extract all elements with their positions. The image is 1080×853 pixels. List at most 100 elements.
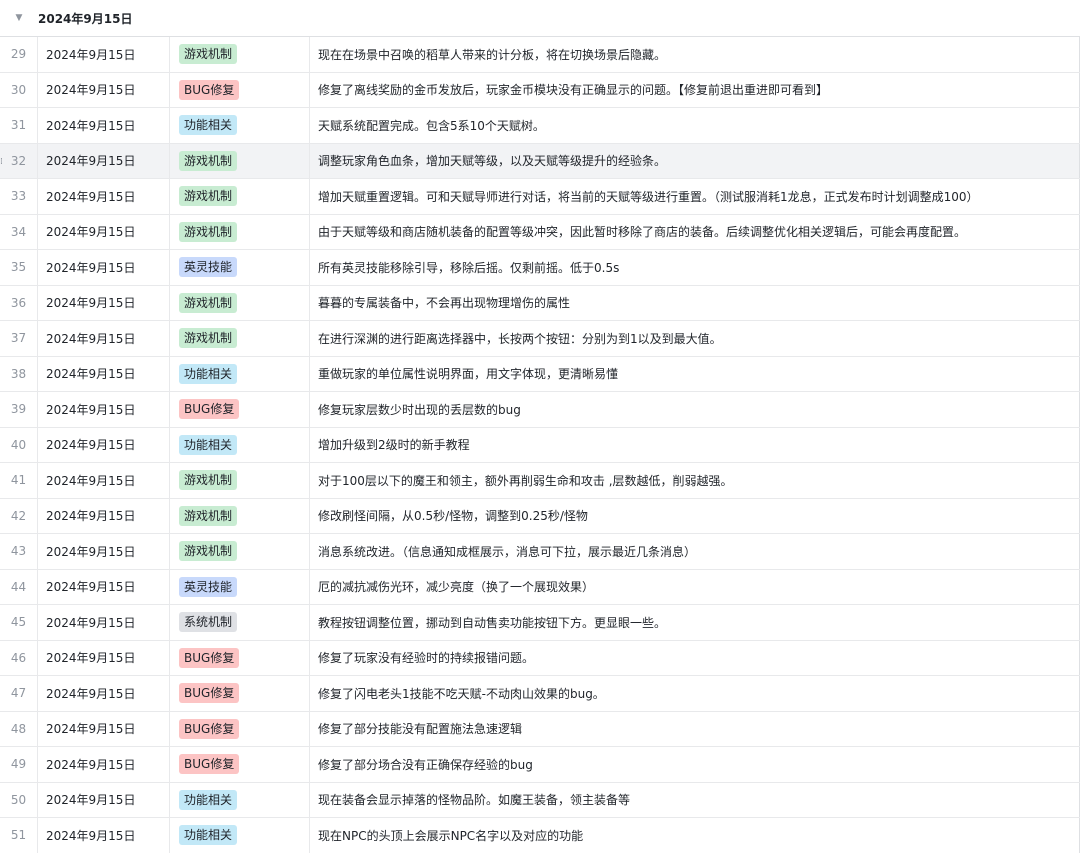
date-cell[interactable]: 2024年9月15日 xyxy=(38,37,170,72)
table-row[interactable]: 39 2024年9月15日 BUG修复 修复玩家层数少时出现的丢层数的bug xyxy=(0,392,1080,428)
table-row[interactable]: 51 2024年9月15日 功能相关 现在NPC的头顶上会展示NPC名字以及对应的功能 xyxy=(0,818,1080,853)
category-cell[interactable]: 游戏机制 xyxy=(170,285,310,320)
table-row[interactable]: 35 2024年9月15日 英灵技能 所有英灵技能移除引导，移除后摇。仅剩前摇。低于0… xyxy=(0,250,1080,286)
category-cell[interactable]: 游戏机制 xyxy=(170,498,310,533)
table-row[interactable]: 44 2024年9月15日 英灵技能 厄的减抗减伤光环，减少亮度（换了一个展现效果） xyxy=(0,569,1080,605)
description-cell[interactable]: 对于100层以下的魔王和领主，额外再削弱生命和攻击 ,层数越低，削弱越强。 xyxy=(310,463,1080,498)
category-cell[interactable]: 英灵技能 xyxy=(170,250,310,285)
date-cell[interactable]: 2024年9月15日 xyxy=(38,250,170,285)
description-cell[interactable]: 修复了玩家没有经验时的持续报错问题。 xyxy=(310,640,1080,675)
date-cell[interactable]: 2024年9月15日 xyxy=(38,818,170,853)
category-cell[interactable]: 游戏机制 xyxy=(170,143,310,178)
category-cell[interactable]: BUG修复 xyxy=(170,72,310,107)
table-row[interactable]: 41 2024年9月15日 游戏机制 对于100层以下的魔王和领主，额外再削弱生命和攻… xyxy=(0,463,1080,499)
description-cell[interactable]: 教程按钮调整位置，挪动到自动售卖功能按钮下方。更显眼一些。 xyxy=(310,605,1080,640)
description-cell[interactable]: 所有英灵技能移除引导，移除后摇。仅剩前摇。低于0.5s xyxy=(310,250,1080,285)
description-cell[interactable]: 现在装备会显示掉落的怪物品阶。如魔王装备，领主装备等 xyxy=(310,782,1080,817)
date-cell[interactable]: 2024年9月15日 xyxy=(38,72,170,107)
category-tag: 游戏机制 xyxy=(179,186,238,207)
category-cell[interactable]: 功能相关 xyxy=(170,782,310,817)
category-cell[interactable]: 功能相关 xyxy=(170,818,310,853)
table-row[interactable]: 45 2024年9月15日 系统机制 教程按钮调整位置，挪动到自动售卖功能按钮下方。更… xyxy=(0,605,1080,641)
category-cell[interactable]: 游戏机制 xyxy=(170,463,310,498)
category-tag: 游戏机制 xyxy=(179,541,238,562)
description-cell[interactable]: 在进行深渊的进行距离选择器中，长按两个按钮：分别为到1以及到最大值。 xyxy=(310,321,1080,356)
description-cell[interactable]: 修复了闪电老头1技能不吃天赋-不动肉山效果的bug。 xyxy=(310,676,1080,711)
description-cell[interactable]: 增加升级到2级时的新手教程 xyxy=(310,427,1080,462)
date-cell[interactable]: 2024年9月15日 xyxy=(38,179,170,214)
table-row[interactable]: 48 2024年9月15日 BUG修复 修复了部分技能没有配置施法急速逻辑 xyxy=(0,711,1080,747)
category-cell[interactable]: 游戏机制 xyxy=(170,37,310,72)
table-row[interactable]: 36 2024年9月15日 游戏机制 暮暮的专属装备中，不会再出现物理增伤的属性 xyxy=(0,285,1080,321)
category-cell[interactable]: 游戏机制 xyxy=(170,214,310,249)
date-cell[interactable]: 2024年9月15日 xyxy=(38,214,170,249)
category-cell[interactable]: BUG修复 xyxy=(170,711,310,746)
table-row[interactable]: 50 2024年9月15日 功能相关 现在装备会显示掉落的怪物品阶。如魔王装备，领主装… xyxy=(0,782,1080,818)
table-row[interactable]: 37 2024年9月15日 游戏机制 在进行深渊的进行距离选择器中，长按两个按钮：分别… xyxy=(0,321,1080,357)
date-cell[interactable]: 2024年9月15日 xyxy=(38,108,170,143)
description-cell[interactable]: 现在NPC的头顶上会展示NPC名字以及对应的功能 xyxy=(310,818,1080,853)
table-row[interactable]: 33 2024年9月15日 游戏机制 增加天赋重置逻辑。可和天赋导师进行对话，将当前的… xyxy=(0,179,1080,215)
date-cell[interactable]: 2024年9月15日 xyxy=(38,427,170,462)
description-cell[interactable]: 天赋系统配置完成。包含5系10个天赋树。 xyxy=(310,108,1080,143)
date-cell[interactable]: 2024年9月15日 xyxy=(38,498,170,533)
category-tag: 游戏机制 xyxy=(179,470,238,491)
date-cell[interactable]: 2024年9月15日 xyxy=(38,321,170,356)
category-cell[interactable]: 英灵技能 xyxy=(170,569,310,604)
date-cell[interactable]: 2024年9月15日 xyxy=(38,747,170,782)
description-cell[interactable]: 由于天赋等级和商店随机装备的配置等级冲突，因此暂时移除了商店的装备。后续调整优化… xyxy=(310,214,1080,249)
description-cell[interactable]: 修改刷怪间隔，从0.5秒/怪物，调整到0.25秒/怪物 xyxy=(310,498,1080,533)
date-cell[interactable]: 2024年9月15日 xyxy=(38,605,170,640)
category-cell[interactable]: 功能相关 xyxy=(170,356,310,391)
table-row[interactable]: 29 2024年9月15日 游戏机制 现在在场景中召唤的稻草人带来的计分板，将在切换场… xyxy=(0,37,1080,73)
description-cell[interactable]: 修复玩家层数少时出现的丢层数的bug xyxy=(310,392,1080,427)
table-row[interactable]: 47 2024年9月15日 BUG修复 修复了闪电老头1技能不吃天赋-不动肉山效果的b… xyxy=(0,676,1080,712)
date-cell[interactable]: 2024年9月15日 xyxy=(38,285,170,320)
description-cell[interactable]: 厄的减抗减伤光环，减少亮度（换了一个展现效果） xyxy=(310,569,1080,604)
description-cell[interactable]: 暮暮的专属装备中，不会再出现物理增伤的属性 xyxy=(310,285,1080,320)
category-cell[interactable]: 系统机制 xyxy=(170,605,310,640)
category-cell[interactable]: 功能相关 xyxy=(170,108,310,143)
group-header[interactable]: ▼ 2024年9月15日 xyxy=(0,0,1080,37)
category-cell[interactable]: 游戏机制 xyxy=(170,179,310,214)
table-row[interactable]: 31 2024年9月15日 功能相关 天赋系统配置完成。包含5系10个天赋树。 xyxy=(0,108,1080,144)
category-cell[interactable]: BUG修复 xyxy=(170,392,310,427)
table-row[interactable]: 38 2024年9月15日 功能相关 重做玩家的单位属性说明界面，用文字体现，更清晰易… xyxy=(0,356,1080,392)
category-cell[interactable]: 游戏机制 xyxy=(170,321,310,356)
drag-handle-icon[interactable]: ⁞ xyxy=(0,156,6,168)
category-tag: 英灵技能 xyxy=(179,257,238,278)
date-cell[interactable]: 2024年9月15日 xyxy=(38,534,170,569)
description-cell[interactable]: 修复了离线奖励的金币发放后，玩家金币模块没有正确显示的问题。【修复前退出重进即可… xyxy=(310,72,1080,107)
category-cell[interactable]: BUG修复 xyxy=(170,676,310,711)
description-cell[interactable]: 重做玩家的单位属性说明界面，用文字体现，更清晰易懂 xyxy=(310,356,1080,391)
table-row[interactable]: ⁞ 32 2024年9月15日 游戏机制 调整玩家角色血条，增加天赋等级，以及天赋等级提… xyxy=(0,143,1080,179)
category-cell[interactable]: BUG修复 xyxy=(170,640,310,675)
description-cell[interactable]: 修复了部分技能没有配置施法急速逻辑 xyxy=(310,711,1080,746)
category-tag: 游戏机制 xyxy=(179,150,238,171)
category-cell[interactable]: 游戏机制 xyxy=(170,534,310,569)
table-row[interactable]: 42 2024年9月15日 游戏机制 修改刷怪间隔，从0.5秒/怪物，调整到0.25秒… xyxy=(0,498,1080,534)
description-cell[interactable]: 现在在场景中召唤的稻草人带来的计分板，将在切换场景后隐藏。 xyxy=(310,37,1080,72)
table-row[interactable]: 34 2024年9月15日 游戏机制 由于天赋等级和商店随机装备的配置等级冲突，因此暂… xyxy=(0,214,1080,250)
date-cell[interactable]: 2024年9月15日 xyxy=(38,676,170,711)
description-cell[interactable]: 增加天赋重置逻辑。可和天赋导师进行对话，将当前的天赋等级进行重置。（测试服消耗1… xyxy=(310,179,1080,214)
table-row[interactable]: 43 2024年9月15日 游戏机制 消息系统改进。（信息通知成框展示，消息可下拉，展… xyxy=(0,534,1080,570)
collapse-caret-icon[interactable]: ▼ xyxy=(0,13,38,23)
category-cell[interactable]: BUG修复 xyxy=(170,747,310,782)
category-cell[interactable]: 功能相关 xyxy=(170,427,310,462)
description-cell[interactable]: 消息系统改进。（信息通知成框展示，消息可下拉，展示最近几条消息） xyxy=(310,534,1080,569)
date-cell[interactable]: 2024年9月15日 xyxy=(38,640,170,675)
date-cell[interactable]: 2024年9月15日 xyxy=(38,463,170,498)
table-row[interactable]: 30 2024年9月15日 BUG修复 修复了离线奖励的金币发放后，玩家金币模块没有正… xyxy=(0,72,1080,108)
date-cell[interactable]: 2024年9月15日 xyxy=(38,569,170,604)
description-cell[interactable]: 修复了部分场合没有正确保存经验的bug xyxy=(310,747,1080,782)
date-cell[interactable]: 2024年9月15日 xyxy=(38,392,170,427)
date-cell[interactable]: 2024年9月15日 xyxy=(38,143,170,178)
table-row[interactable]: 46 2024年9月15日 BUG修复 修复了玩家没有经验时的持续报错问题。 xyxy=(0,640,1080,676)
date-cell[interactable]: 2024年9月15日 xyxy=(38,782,170,817)
description-cell[interactable]: 调整玩家角色血条，增加天赋等级，以及天赋等级提升的经验条。 xyxy=(310,143,1080,178)
date-cell[interactable]: 2024年9月15日 xyxy=(38,356,170,391)
table-row[interactable]: 40 2024年9月15日 功能相关 增加升级到2级时的新手教程 xyxy=(0,427,1080,463)
date-cell[interactable]: 2024年9月15日 xyxy=(38,711,170,746)
table-row[interactable]: 49 2024年9月15日 BUG修复 修复了部分场合没有正确保存经验的bug xyxy=(0,747,1080,783)
